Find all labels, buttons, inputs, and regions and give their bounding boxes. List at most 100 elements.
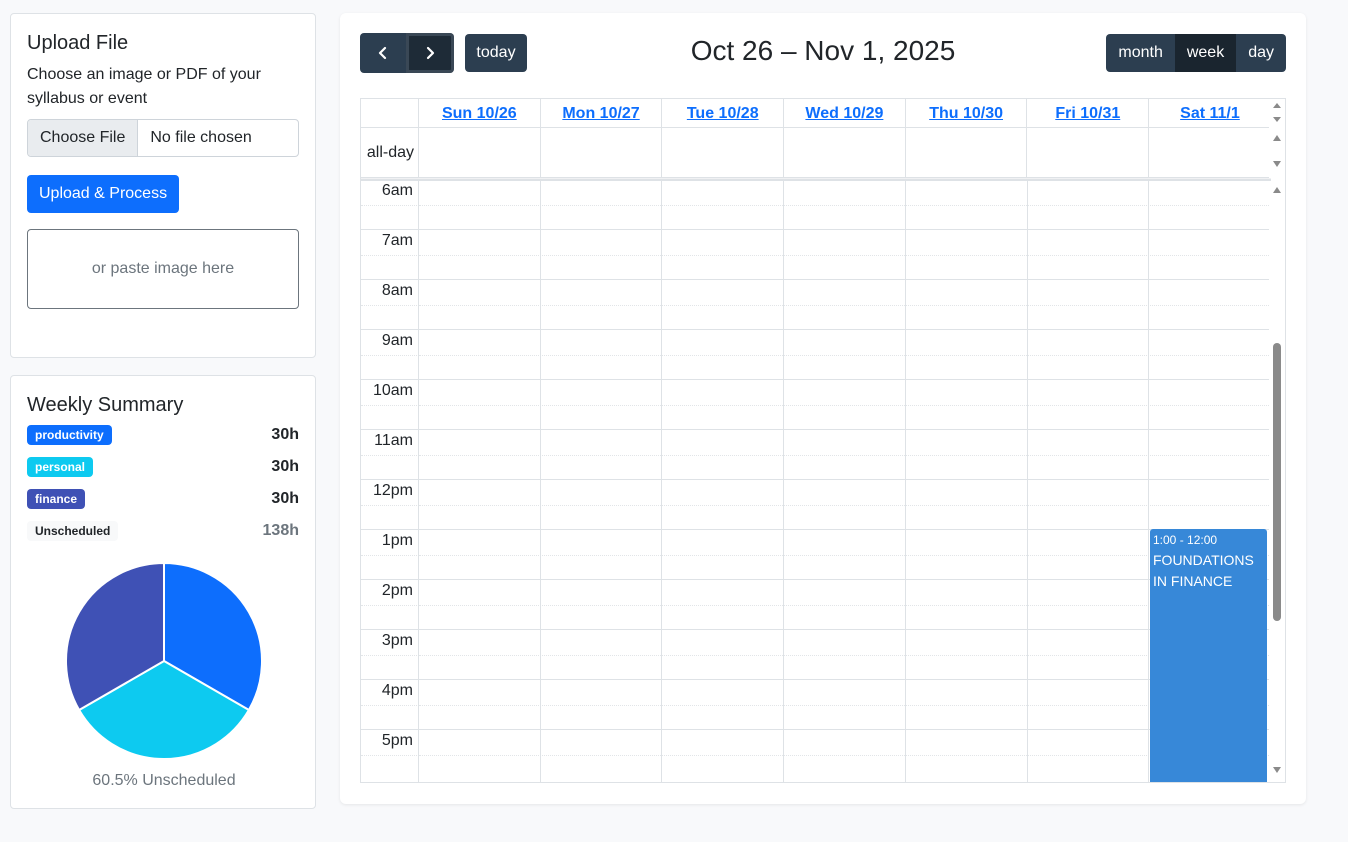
view-week-button[interactable]: week xyxy=(1174,34,1237,72)
time-label: 3pm xyxy=(381,632,413,649)
time-label: 1pm xyxy=(381,532,413,549)
view-month-button[interactable]: month xyxy=(1106,34,1175,72)
time-grid[interactable]: 6am 7am 8am 9am 10am 11am 12pm 1pm 2pm 3pm 4pm 5pm … xyxy=(361,179,1271,782)
day-link-tue[interactable]: Tue 10/28 xyxy=(687,105,759,122)
day-header-tue: Tue 10/28 xyxy=(662,99,785,127)
view-switcher: month week day xyxy=(1106,34,1286,72)
time-slot-row[interactable]: 2pm xyxy=(361,579,1271,629)
time-label: 10am xyxy=(372,382,413,399)
half-hour-line xyxy=(419,655,1271,656)
day-link-wed[interactable]: Wed 10/29 xyxy=(805,105,883,122)
allday-cell[interactable] xyxy=(1149,128,1271,177)
header-scrollbar[interactable] xyxy=(1269,99,1285,178)
badge-finance: finance xyxy=(27,489,86,509)
scroll-thumb[interactable] xyxy=(1273,343,1281,621)
scroll-up-icon[interactable] xyxy=(1273,103,1281,108)
day-column-line xyxy=(1026,181,1028,782)
week-grid: Sun 10/26 Mon 10/27 Tue 10/28 Wed 10/29 … xyxy=(360,98,1286,783)
half-hour-line xyxy=(361,705,419,706)
badge-unscheduled: Unscheduled xyxy=(27,521,119,541)
time-slot-row[interactable]: 3pm xyxy=(361,629,1271,679)
day-column-line xyxy=(783,181,785,782)
summary-card: Weekly Summary productivity 30h personal… xyxy=(10,375,316,809)
half-hour-line xyxy=(419,455,1271,456)
allday-cell[interactable] xyxy=(784,128,906,177)
hours-finance: 30h xyxy=(271,490,299,507)
day-link-mon[interactable]: Mon 10/27 xyxy=(562,105,639,122)
day-link-sun[interactable]: Sun 10/26 xyxy=(442,105,517,122)
time-label: 11am xyxy=(374,432,413,449)
time-slot-row[interactable]: 4pm xyxy=(361,679,1271,729)
scroll-up-icon[interactable] xyxy=(1273,187,1281,193)
time-slot-row[interactable]: 9am xyxy=(361,329,1271,379)
calendar-card: today Oct 26 – Nov 1, 2025 month week da… xyxy=(340,13,1306,804)
half-hour-line xyxy=(361,455,419,456)
day-header-sat: Sat 11/1 xyxy=(1149,99,1271,127)
time-label: 8am xyxy=(381,282,413,299)
half-hour-line xyxy=(419,305,1271,306)
time-slot-row[interactable]: 8am xyxy=(361,279,1271,329)
time-slot-row[interactable]: 12pm xyxy=(361,479,1271,529)
scroll-down-icon[interactable] xyxy=(1273,117,1281,122)
time-label: 2pm xyxy=(381,582,413,599)
scroll-down-icon[interactable] xyxy=(1273,161,1281,167)
time-slot-row[interactable]: 1pm xyxy=(361,529,1271,579)
summary-row-personal: personal 30h xyxy=(27,451,299,483)
half-hour-line xyxy=(361,755,419,756)
upload-card: Upload File Choose an image or PDF of yo… xyxy=(10,13,316,358)
half-hour-line xyxy=(419,705,1271,706)
scroll-up-icon[interactable] xyxy=(1273,135,1281,141)
time-slot-row[interactable]: 5pm xyxy=(361,729,1271,779)
half-hour-line xyxy=(361,505,419,506)
day-link-thu[interactable]: Thu 10/30 xyxy=(929,105,1003,122)
half-hour-line xyxy=(419,605,1271,606)
time-label: 4pm xyxy=(381,682,413,699)
file-input[interactable]: Choose File No file chosen xyxy=(27,119,299,157)
time-label: 5pm xyxy=(381,732,413,749)
scroll-down-icon[interactable] xyxy=(1273,767,1281,773)
day-header-thu: Thu 10/30 xyxy=(906,99,1028,127)
half-hour-line xyxy=(361,255,419,256)
summary-row-unscheduled: Unscheduled 138h xyxy=(27,515,299,547)
time-slot-row[interactable]: 11am xyxy=(361,429,1271,479)
badge-productivity: productivity xyxy=(27,425,112,445)
half-hour-line xyxy=(419,405,1271,406)
summary-row-finance: finance 30h xyxy=(27,483,299,515)
half-hour-line xyxy=(361,555,419,556)
day-header-sun: Sun 10/26 xyxy=(419,99,541,127)
day-column-line xyxy=(904,181,906,782)
day-column-line xyxy=(539,181,541,782)
badge-personal: personal xyxy=(27,457,94,477)
half-hour-line xyxy=(419,205,1271,206)
summary-row-productivity: productivity 30h xyxy=(27,419,299,451)
pie-svg xyxy=(65,561,263,760)
upload-process-button[interactable]: Upload & Process xyxy=(27,175,180,213)
hours-unscheduled: 138h xyxy=(262,522,299,539)
time-label: 6am xyxy=(381,182,413,199)
choose-file-button[interactable]: Choose File xyxy=(28,120,139,156)
time-slot-row[interactable]: 6am xyxy=(361,179,1271,229)
allday-cell[interactable] xyxy=(541,128,663,177)
half-hour-line xyxy=(361,655,419,656)
paste-image-area[interactable]: or paste image here xyxy=(27,229,299,309)
time-slot-row[interactable]: 10am xyxy=(361,379,1271,429)
hours-productivity: 30h xyxy=(271,426,299,443)
half-hour-line xyxy=(361,405,419,406)
pie-caption: 60.5% Unscheduled xyxy=(92,772,236,789)
view-day-button[interactable]: day xyxy=(1236,34,1286,72)
event-time: 1:00 - 12:00 xyxy=(1153,533,1218,547)
allday-cell[interactable] xyxy=(906,128,1028,177)
day-column-line xyxy=(661,181,663,782)
allday-cell[interactable] xyxy=(419,128,541,177)
day-link-fri[interactable]: Fri 10/31 xyxy=(1055,105,1120,122)
summary-title: Weekly Summary xyxy=(27,394,184,416)
allday-label: all-day xyxy=(361,128,419,177)
day-link-sat[interactable]: Sat 11/1 xyxy=(1180,105,1240,122)
allday-cell[interactable] xyxy=(1027,128,1150,177)
allday-row: all-day xyxy=(361,128,1271,178)
body-scrollbar[interactable] xyxy=(1269,181,1285,782)
calendar-toolbar: today Oct 26 – Nov 1, 2025 month week da… xyxy=(360,33,1286,73)
time-slot-row[interactable]: 7am xyxy=(361,229,1271,279)
allday-cell[interactable] xyxy=(662,128,785,177)
calendar-event[interactable]: 1:00 - 12:00 FOUNDATIONS IN FINANCE xyxy=(1150,529,1267,782)
